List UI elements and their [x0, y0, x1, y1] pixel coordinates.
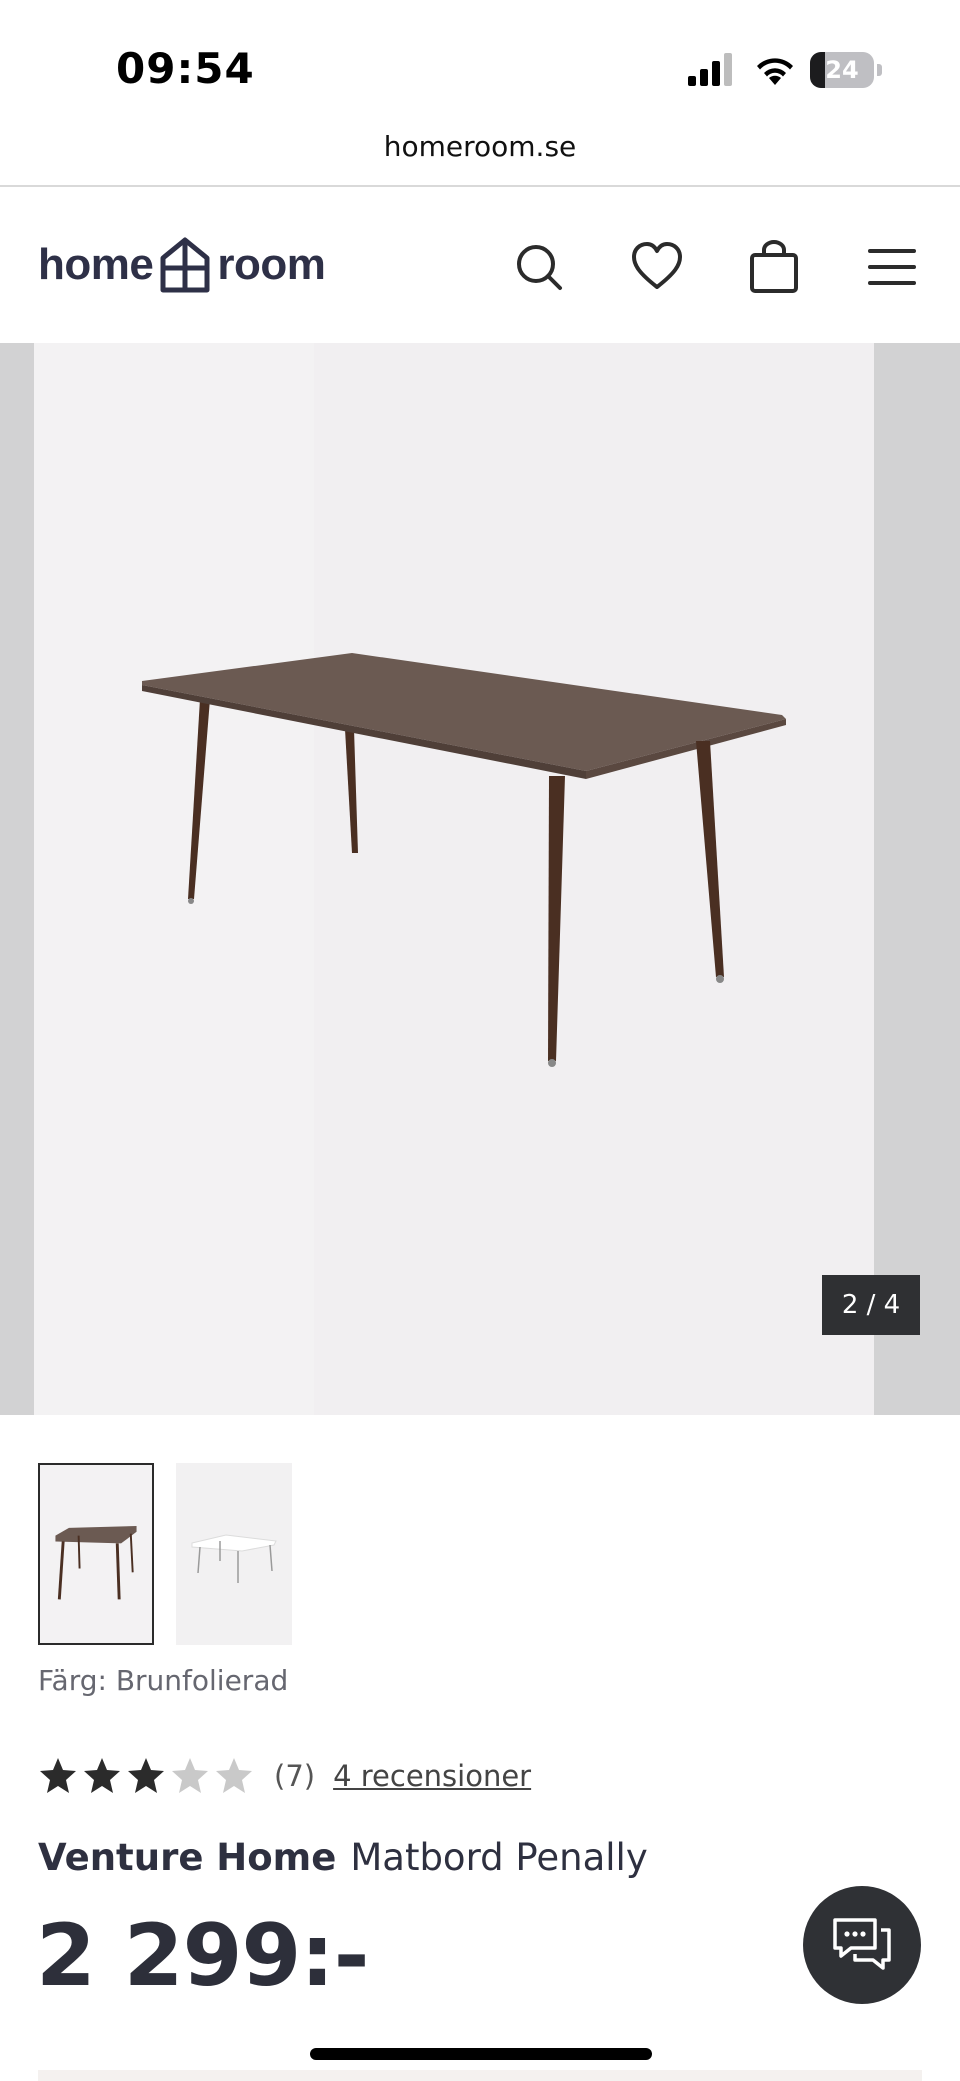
status-time: 09:54 [116, 44, 255, 93]
menu-icon[interactable] [864, 239, 920, 295]
cellular-signal-icon [688, 52, 736, 88]
logo-text-room: room [217, 240, 326, 289]
logo-text-home: home [38, 240, 154, 289]
battery-icon: 24 [810, 52, 882, 88]
rating-stars [38, 1756, 258, 1796]
product-image-gallery[interactable]: 2 / 4 [0, 343, 960, 1415]
address-bar-url[interactable]: homeroom.se [0, 130, 960, 163]
star-empty-icon [214, 1756, 254, 1796]
search-icon[interactable] [511, 239, 567, 295]
rating-count: (7) [274, 1759, 316, 1793]
color-variant-thumbnails [38, 1463, 338, 1645]
next-section-edge [38, 2070, 922, 2081]
thumbnail-white-table[interactable] [176, 1463, 292, 1645]
product-title: Venture Home Matbord Penally [38, 1836, 648, 1879]
gallery-counter: 2 / 4 [822, 1275, 920, 1335]
star-empty-icon [170, 1756, 210, 1796]
battery-level: 24 [825, 56, 859, 84]
chat-icon [833, 1918, 891, 1970]
house-logo-icon [160, 237, 210, 293]
heart-icon[interactable] [629, 239, 685, 295]
product-rating: (7) 4 recensioner [38, 1752, 531, 1800]
thumbnail-brown-table[interactable] [38, 1463, 154, 1645]
selected-color-label: Färg: Brunfolierad [38, 1664, 289, 1697]
shopping-bag-icon[interactable] [746, 239, 802, 295]
product-name: Matbord Penally [350, 1836, 648, 1879]
site-logo[interactable]: home room [38, 235, 326, 295]
star-filled-icon [38, 1756, 78, 1796]
chat-button[interactable] [803, 1886, 921, 2004]
product-brand[interactable]: Venture Home [38, 1836, 336, 1879]
product-image-brown-table[interactable] [34, 343, 874, 1415]
status-bar: 09:54 24 [0, 0, 960, 130]
site-header: home room [0, 187, 960, 343]
reviews-link[interactable]: 4 recensioner [333, 1759, 531, 1793]
wifi-icon [752, 52, 798, 88]
star-filled-icon [126, 1756, 166, 1796]
product-price: 2 299:- [36, 1906, 369, 2006]
star-filled-icon [82, 1756, 122, 1796]
home-indicator [310, 2048, 652, 2060]
